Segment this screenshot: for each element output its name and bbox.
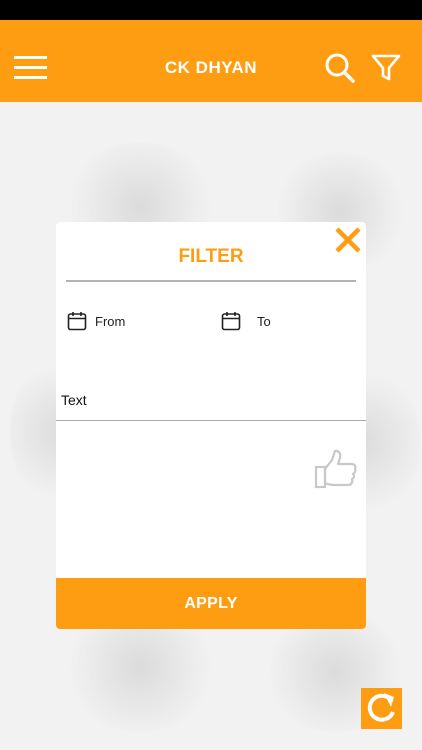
app-bar: CK DHYAN [0,20,422,102]
app-title: CK DHYAN [164,58,258,77]
from-label: From [95,313,126,329]
apply-button[interactable]: APPLY [56,578,366,629]
refresh-icon[interactable] [361,688,402,729]
filter-funnel-icon[interactable] [370,52,402,84]
text-field-label[interactable]: Text [61,392,87,408]
dialog-title: FILTER [178,246,244,267]
search-icon[interactable] [324,52,356,84]
calendar-icon [67,312,87,331]
to-date-picker[interactable]: To [221,310,271,332]
to-label: To [257,313,271,329]
from-date-picker[interactable]: From [67,310,125,332]
text-field-underline [56,420,366,421]
calendar-icon [221,312,241,331]
status-bar [0,0,422,20]
filter-dialog: FILTER From To Text APPLY [56,222,366,629]
title-divider [66,280,356,282]
thumbs-up-icon[interactable] [314,448,358,490]
